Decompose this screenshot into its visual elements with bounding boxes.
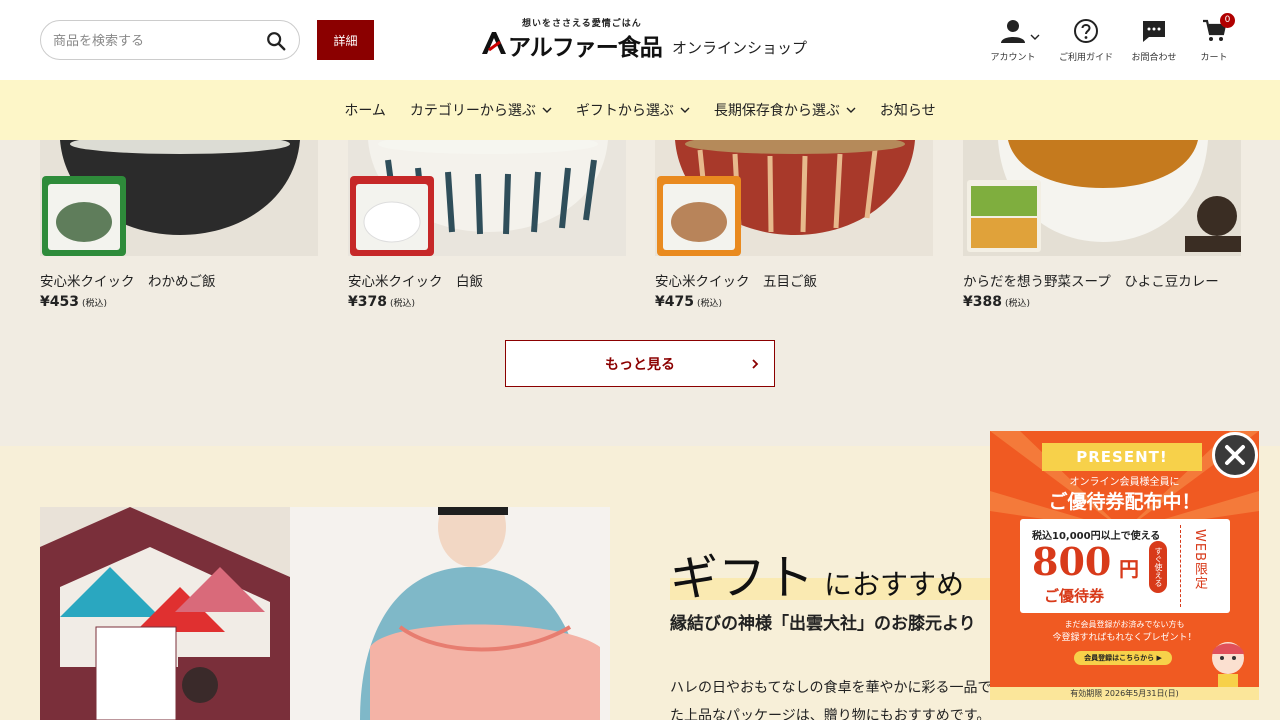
popup-note: まだ会員登録がお済みでない方も (1064, 620, 1185, 629)
gift-heading-main: ギフト (670, 550, 815, 606)
register-link[interactable]: 会員登録はこちらから ▶ (1074, 651, 1172, 665)
price-value: ¥453 (40, 294, 79, 310)
product-name[interactable]: 安心米クイック 五目ご飯 (655, 270, 933, 290)
product-list: 安心米クイック わかめご飯 ¥453 (税込) 安心米クイック 白飯 ¥378 (税… (0, 140, 1280, 446)
product-image[interactable] (40, 140, 318, 256)
product-name[interactable]: からだを想う野菜スープ ひよこ豆カレー (963, 270, 1241, 290)
instant-use-stamp: すぐ使える (1149, 541, 1167, 593)
gift-description: ハレの日やおもてなしの食卓を華やかに彩る一品で た上品なパッケージは、贈り物にも… (670, 674, 991, 720)
gift-subheading: 縁結びの神様「出雲大社」のお膝元より (670, 614, 976, 634)
ticket-divider (1180, 525, 1181, 607)
gift-desc-line: ハレの日やおもてなしの食卓を華やかに彩る一品で (670, 680, 992, 696)
product-card[interactable]: 安心米クイック 白飯 ¥378 (税込) (348, 140, 626, 310)
chevron-down-icon (542, 107, 552, 113)
cart-label: カート (1200, 53, 1228, 63)
price-value: ¥475 (655, 294, 694, 310)
help-icon (1074, 19, 1098, 43)
account-button[interactable]: アカウント (978, 18, 1048, 68)
product-image[interactable] (963, 140, 1241, 256)
view-more-button[interactable]: もっと見る (505, 340, 775, 387)
nav-item-label: 長期保存食から選ぶ (713, 103, 840, 119)
tax-label: (税込) (389, 299, 415, 309)
product-price: ¥475 (税込) (655, 294, 933, 310)
nav-item-label: カテゴリーから選ぶ (409, 103, 536, 119)
nav-item-category[interactable]: カテゴリーから選ぶ (398, 80, 564, 140)
product-card[interactable]: 安心米クイック 五目ご飯 ¥475 (税込) (655, 140, 933, 310)
gift-heading: ギフト におすすめ (670, 538, 964, 608)
search-icon[interactable] (265, 30, 287, 52)
mascot-illustration (1212, 642, 1244, 688)
chevron-right-icon (752, 359, 759, 369)
view-more-label: もっと見る (605, 356, 675, 373)
product-card[interactable]: からだを想う野菜スープ ひよこ豆カレー ¥388 (税込) (963, 140, 1241, 310)
gift-heading-sub: におすすめ (824, 568, 965, 601)
close-icon (1225, 445, 1245, 465)
close-popup-button[interactable] (1212, 432, 1258, 478)
coupon-name: ご優待券 (1044, 587, 1105, 605)
site-header: 詳細 想いをささえる愛情ごはん アルファー食品 オンラインショップ アカウント … (0, 0, 1280, 80)
chevron-down-icon (1030, 34, 1040, 40)
price-value: ¥388 (963, 294, 1002, 310)
main-nav: ホーム カテゴリーから選ぶ ギフトから選ぶ 長期保存食から選ぶ お知らせ (0, 80, 1280, 140)
guide-label: ご利用ガイド (1058, 53, 1113, 63)
product-price: ¥453 (税込) (40, 294, 318, 310)
coupon-amount: 800 (1032, 539, 1112, 584)
popup-headline: ご優待券配布中！ (1048, 491, 1201, 513)
product-name[interactable]: 安心米クイック 白飯 (348, 270, 626, 290)
logo-shop-label: オンラインショップ (672, 39, 808, 57)
product-price: ¥378 (税込) (348, 294, 626, 310)
nav-item-storage[interactable]: 長期保存食から選ぶ (702, 80, 868, 140)
product-name[interactable]: 安心米クイック わかめご飯 (40, 270, 318, 290)
tax-label: (税込) (81, 299, 107, 309)
account-label: アカウント (990, 53, 1036, 63)
chat-icon (1143, 21, 1165, 42)
nav-item-news[interactable]: お知らせ (868, 80, 948, 140)
gift-desc-line: た上品なパッケージは、贈り物にもおすすめです。 (670, 708, 991, 720)
site-logo[interactable]: 想いをささえる愛情ごはん アルファー食品 オンラインショップ (478, 16, 818, 64)
coupon-expiry: 有効期限 2026年5月31日(日) (990, 687, 1259, 700)
nav-item-label: ホーム (344, 103, 386, 119)
user-icon (1001, 20, 1025, 43)
cart-count-badge: 0 (1220, 13, 1235, 28)
search-box (40, 20, 300, 60)
guide-button[interactable]: ご利用ガイド (1051, 18, 1121, 68)
tax-label: (税込) (1004, 299, 1030, 309)
nav-item-gift[interactable]: ギフトから選ぶ (564, 80, 702, 140)
product-card[interactable]: 安心米クイック わかめご飯 ¥453 (税込) (40, 140, 318, 310)
gift-image[interactable] (40, 507, 610, 720)
nav-item-home[interactable]: ホーム (332, 80, 398, 140)
nav-item-label: ギフトから選ぶ (575, 103, 674, 119)
chevron-down-icon (846, 107, 856, 113)
logo-mark-icon (482, 32, 506, 54)
coupon-ticket: 税込10,000円以上で使える 800 円 すぐ使える ご優待券 WEB限定 (1020, 519, 1230, 613)
detail-search-button[interactable]: 詳細 (317, 20, 374, 60)
search-input[interactable] (53, 30, 253, 52)
product-price: ¥388 (税込) (963, 294, 1241, 310)
web-only-label: WEB限定 (1192, 529, 1207, 590)
logo-brand: アルファー食品 (508, 35, 663, 61)
coupon-yen: 円 (1119, 557, 1139, 581)
chevron-down-icon (680, 107, 690, 113)
cart-button[interactable]: 0 カート (1179, 13, 1249, 68)
popup-line1: オンライン会員様全員に (1069, 477, 1180, 488)
nav-item-label: お知らせ (879, 103, 936, 119)
price-value: ¥378 (348, 294, 387, 310)
present-ribbon: PRESENT! (1042, 443, 1202, 471)
product-image[interactable] (655, 140, 933, 256)
product-image[interactable] (348, 140, 626, 256)
tax-label: (税込) (696, 299, 722, 309)
